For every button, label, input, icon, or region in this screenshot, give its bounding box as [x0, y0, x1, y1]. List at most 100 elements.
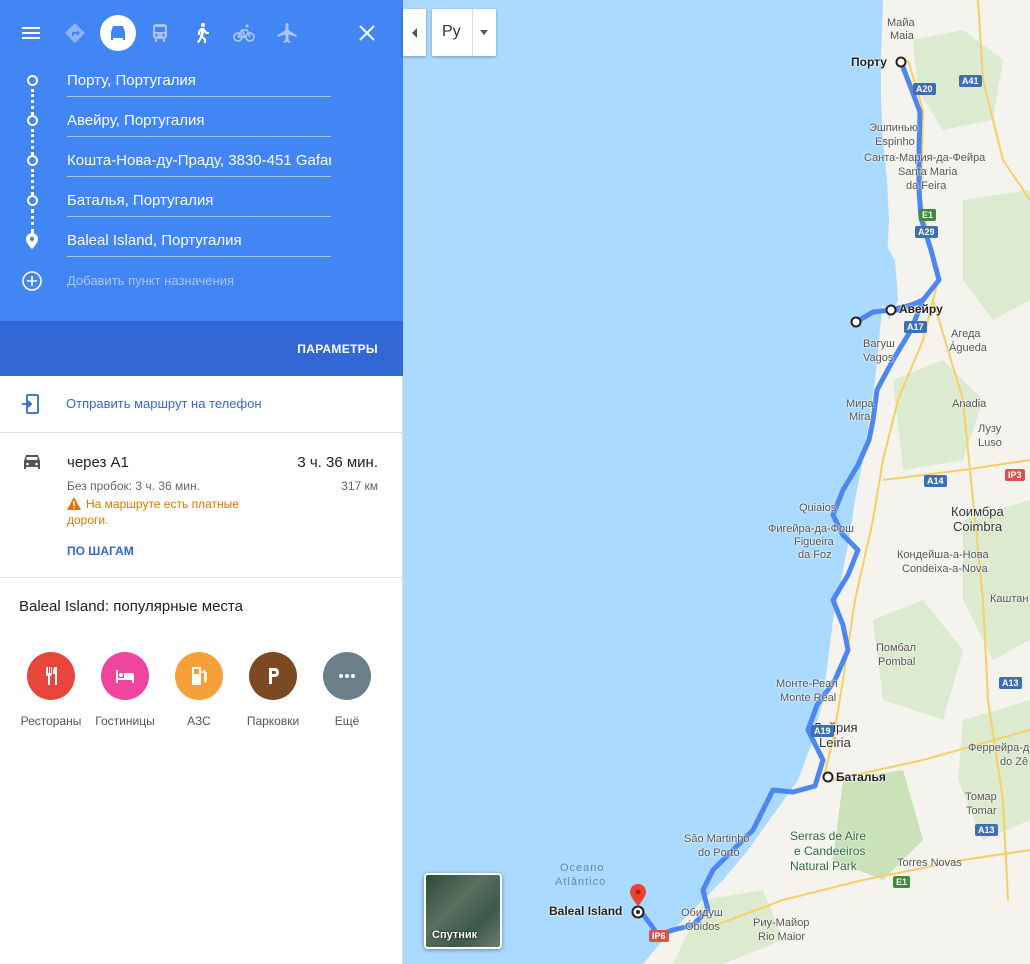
road-shield: A20	[913, 83, 936, 95]
route-option-card[interactable]: через A1 3 ч. 36 мин. Без пробок: 3 ч. 3…	[0, 433, 403, 578]
map-label: Помбал	[876, 642, 917, 654]
popular-places-title: Baleal Island: популярные места	[19, 598, 243, 615]
map-label: Монте-Реал	[776, 678, 838, 690]
divider	[472, 9, 473, 56]
map-label: Torres Novas	[897, 857, 962, 869]
map-label: Monte Real	[780, 692, 837, 704]
road-shield: E1	[893, 876, 911, 888]
step-by-step-button[interactable]: ПО ШАГАМ	[67, 544, 134, 558]
road-shield: A14	[924, 475, 947, 487]
send-to-phone-link[interactable]: Отправить маршрут на телефон	[66, 396, 262, 411]
close-icon[interactable]	[349, 15, 385, 51]
restaurant-icon	[27, 652, 75, 700]
flight-icon[interactable]	[269, 15, 305, 51]
add-destination-icon[interactable]	[21, 270, 43, 292]
car-icon	[111, 26, 125, 40]
hotel-icon	[101, 652, 149, 700]
car-mode-button[interactable]	[100, 15, 136, 51]
route-dots	[31, 89, 34, 115]
params-button[interactable]: ПАРАМЕТРЫ	[297, 342, 378, 356]
map-label-porto: Порту	[851, 55, 887, 69]
map-label: Агеда	[951, 328, 981, 340]
category-restaurants[interactable]: Рестораны	[11, 652, 91, 728]
gas-station-icon	[175, 652, 223, 700]
language-selector[interactable]: Ру	[432, 9, 496, 56]
road-shield: A29	[915, 226, 938, 238]
map-label: do Porto	[698, 847, 740, 859]
stop-input-3[interactable]: Кошта-Нова-ду-Праду, 3830-451 Gafanha da…	[67, 151, 331, 177]
map-label: Condeixa-a-Nova	[902, 563, 988, 575]
map-label: Figueira	[794, 536, 834, 548]
map-label: Лузу	[978, 423, 1002, 435]
map-label: Риу-Майор	[753, 917, 810, 929]
road-shield: A19	[811, 725, 834, 737]
category-label: Рестораны	[20, 714, 82, 728]
map-label-baleal: Baleal Island	[549, 904, 623, 918]
map-label-leiria: Leiria	[819, 735, 851, 750]
stop-input-2[interactable]: Авейру, Португалия	[67, 111, 331, 137]
ocean-label: Oceano	[560, 862, 605, 874]
map-label: São Martinho	[684, 833, 750, 845]
parking-icon	[249, 652, 297, 700]
map-label: Мира	[846, 398, 874, 410]
map-label: Óbidos	[685, 921, 720, 933]
road-shield: E1	[919, 209, 937, 221]
map-label: Anadia	[952, 398, 987, 410]
road-shield: A13	[975, 824, 998, 836]
chevron-down-icon[interactable]	[480, 30, 488, 35]
walk-icon[interactable]	[184, 15, 220, 51]
directions-panel: Порту, Португалия Авейру, Португалия Кош…	[0, 0, 403, 964]
map-label: da Foz	[798, 549, 832, 561]
road-shield: A17	[904, 321, 927, 333]
language-value: Ру	[442, 23, 461, 40]
category-parking[interactable]: Парковки	[233, 652, 313, 728]
category-gas[interactable]: АЗС	[159, 652, 239, 728]
map-label: Кондейша-а-Нова	[897, 549, 989, 561]
best-route-icon[interactable]	[57, 15, 93, 51]
map-label: da Feira	[906, 180, 947, 192]
car-icon	[24, 455, 40, 469]
map-label: Санта-Мария-да-Фейра	[864, 152, 986, 164]
ocean-label: Atlântico	[555, 876, 607, 888]
stop-input-origin[interactable]: Порту, Португалия	[67, 71, 331, 97]
stop-input-4[interactable]: Баталья, Португалия	[67, 191, 331, 217]
stop-input-destination[interactable]: Baleal Island, Португалия	[67, 231, 331, 257]
bicycle-icon[interactable]	[226, 15, 262, 51]
map-label: Каштан	[990, 593, 1029, 605]
map-label: Santa Maria	[898, 166, 958, 178]
map-label: Феррейра-д	[968, 742, 1030, 754]
satellite-toggle[interactable]: Спутник	[424, 873, 502, 949]
map-label-park: e Candeeiros	[794, 844, 866, 858]
category-more[interactable]: Ещё	[307, 652, 387, 728]
more-icon	[323, 652, 371, 700]
add-destination-field[interactable]: Добавить пункт назначения	[67, 273, 234, 288]
category-hotels[interactable]: Гостиницы	[85, 652, 165, 728]
map-label-park: Natural Park	[790, 859, 857, 873]
map-label: Вагуш	[863, 338, 895, 350]
map-label-coimbra: Coimbra	[953, 519, 1003, 534]
map-label-park: Serras de Aire	[790, 829, 867, 843]
map-label: Rio Maior	[758, 931, 806, 943]
road-shield: IP6	[649, 930, 669, 942]
collapse-panel-button[interactable]	[403, 9, 426, 56]
map-label-coimbra: Коимбра	[951, 504, 1004, 519]
chevron-left-icon	[411, 27, 417, 38]
map-label: Фигейра-да-Фош	[768, 523, 854, 535]
route-distance: 317 км	[341, 479, 378, 493]
map-label-batalha: Баталья	[836, 770, 886, 784]
stop-marker-1	[27, 115, 38, 126]
menu-icon[interactable]	[13, 15, 49, 51]
destination-pin-icon	[26, 233, 38, 249]
map-label: Águeda	[949, 342, 987, 354]
map-label: Томар	[965, 791, 997, 803]
map-label: Tomar	[966, 805, 997, 817]
route-duration: 3 ч. 36 мин.	[297, 454, 378, 471]
map-label: Обидуш	[681, 907, 723, 919]
stop-marker-0	[27, 75, 38, 86]
category-label: Парковки	[246, 714, 300, 728]
transit-icon[interactable]	[142, 15, 178, 51]
send-to-phone-row[interactable]: Отправить маршрут на телефон	[0, 376, 403, 433]
route-dots	[31, 169, 34, 195]
params-bar: ПАРАМЕТРЫ	[0, 321, 403, 376]
map-canvas[interactable]: Майа Maia Порту Эшпинью Espinho Санта-Ма…	[403, 0, 1030, 964]
